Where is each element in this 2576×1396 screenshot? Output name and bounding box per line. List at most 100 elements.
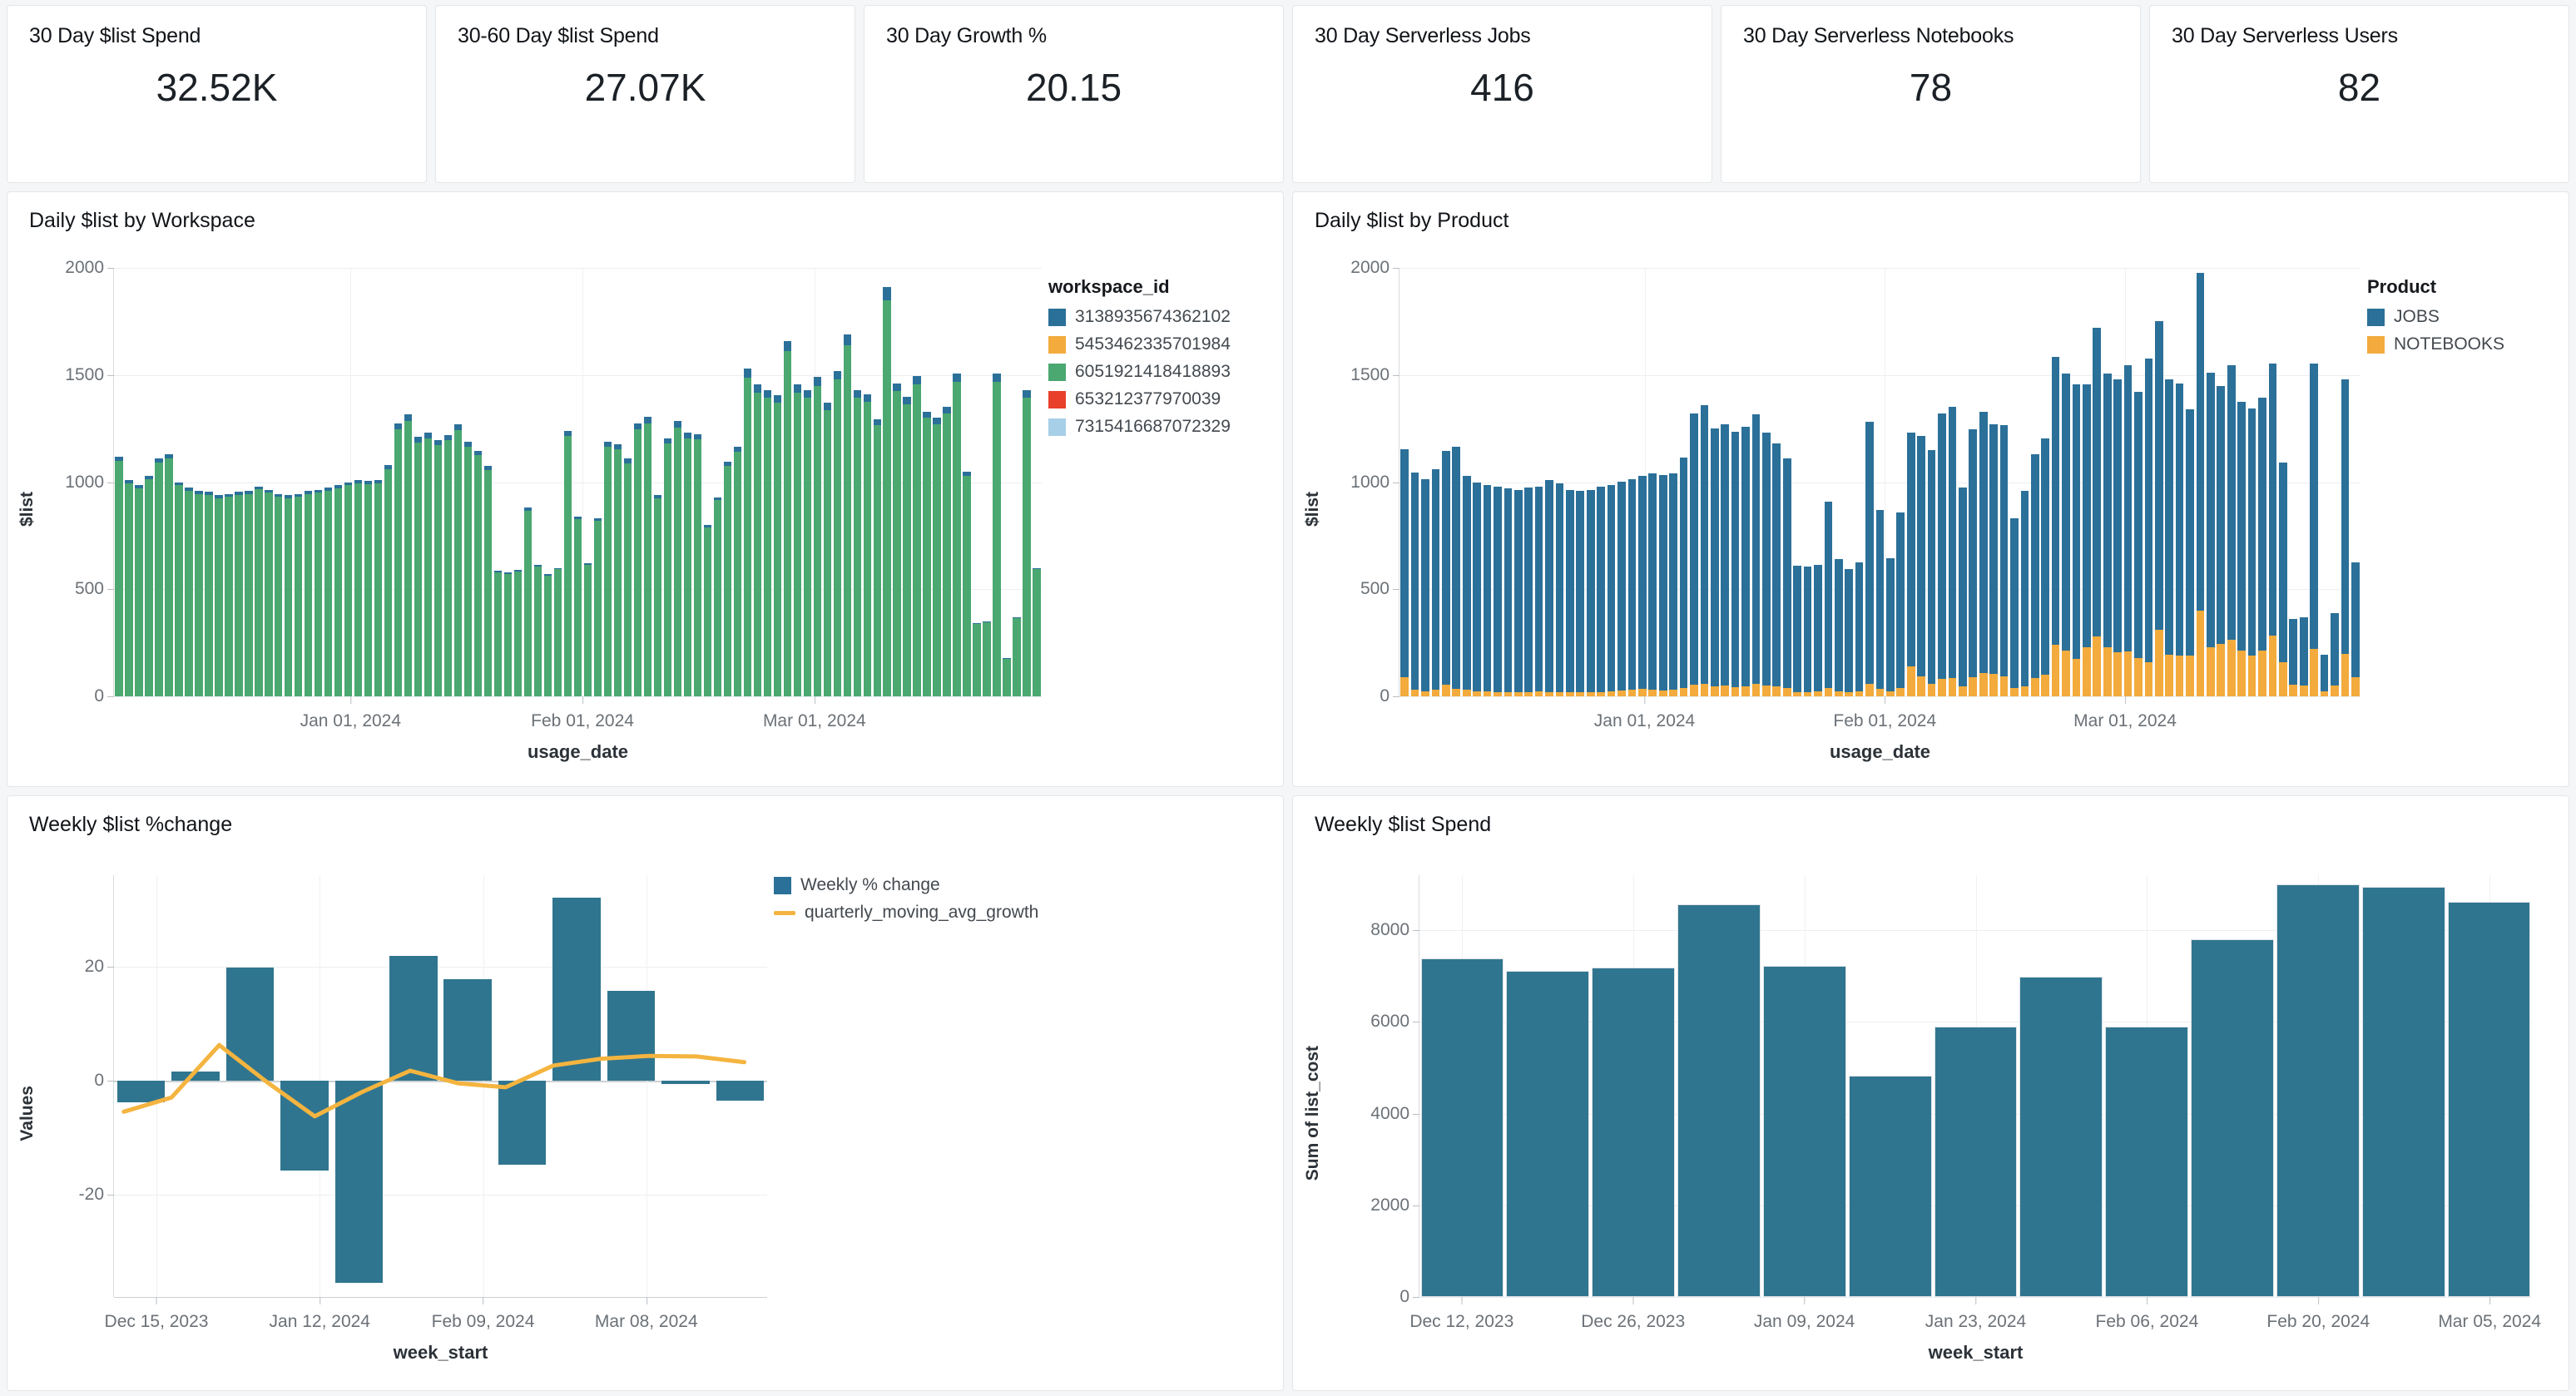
bar[interactable] (843, 334, 851, 696)
bar[interactable] (414, 437, 423, 696)
bar[interactable] (1013, 616, 1021, 696)
bar[interactable] (185, 487, 193, 696)
bar[interactable] (953, 374, 961, 696)
bar[interactable] (443, 978, 492, 1081)
bar[interactable] (783, 340, 791, 696)
bar[interactable] (1834, 559, 1843, 696)
bar[interactable] (933, 418, 941, 696)
bar[interactable] (2186, 408, 2194, 696)
bar[interactable] (265, 489, 273, 696)
bar[interactable] (2010, 518, 2019, 696)
bar[interactable] (2227, 365, 2236, 696)
bar[interactable] (853, 389, 861, 696)
bar[interactable] (2299, 616, 2308, 696)
bar[interactable] (2237, 401, 2246, 696)
bar[interactable] (175, 482, 183, 696)
bar[interactable] (533, 564, 542, 696)
bar[interactable] (1989, 423, 1998, 696)
bar[interactable] (195, 490, 203, 696)
bar[interactable] (2320, 654, 2329, 696)
bar[interactable] (1597, 486, 1605, 696)
bar[interactable] (424, 433, 433, 696)
bar[interactable] (1648, 473, 1657, 696)
bar[interactable] (2341, 379, 2350, 696)
bar[interactable] (813, 377, 821, 696)
bar[interactable] (2247, 408, 2256, 696)
bar[interactable] (498, 1080, 547, 1166)
bar[interactable] (2196, 273, 2205, 696)
bar[interactable] (443, 434, 453, 696)
bar[interactable] (563, 430, 572, 696)
kpi-card-30-day-list-spend[interactable]: 30 Day $list Spend 32.52K (7, 5, 427, 183)
bar[interactable] (1494, 486, 1502, 696)
bar[interactable] (1938, 413, 1946, 696)
bar[interactable] (1700, 404, 1709, 696)
bar[interactable] (1751, 414, 1761, 696)
bar[interactable] (2289, 619, 2298, 696)
bar[interactable] (2447, 901, 2531, 1297)
bar[interactable] (1948, 407, 1957, 696)
bar[interactable] (607, 991, 656, 1081)
bar[interactable] (1710, 428, 1719, 696)
bar[interactable] (1566, 489, 1574, 696)
bar[interactable] (463, 441, 473, 696)
bar[interactable] (1772, 443, 1781, 696)
bar[interactable] (833, 370, 841, 696)
bar[interactable] (2062, 374, 2070, 696)
chart-card-weekly-list-spend[interactable]: Weekly $list Spend Sum of list_cost 0 200… (1292, 795, 2569, 1391)
legend-item[interactable]: 3138935674362102 (1048, 307, 1231, 327)
bar[interactable] (1999, 425, 2009, 696)
legend-item[interactable]: 7315416687072329 (1048, 417, 1231, 437)
bar[interactable] (993, 374, 1001, 696)
bar[interactable] (2072, 384, 2081, 696)
bar[interactable] (2103, 374, 2112, 696)
bar[interactable] (1421, 478, 1429, 696)
bar[interactable] (235, 492, 243, 696)
bar[interactable] (1576, 490, 1585, 696)
bar[interactable] (1845, 568, 1854, 696)
bar[interactable] (1669, 473, 1677, 696)
bar[interactable] (613, 444, 622, 696)
bar[interactable] (1410, 472, 1419, 696)
bar[interactable] (553, 567, 562, 696)
bar[interactable] (653, 494, 662, 696)
bar[interactable] (315, 489, 323, 696)
bar[interactable] (1793, 565, 1801, 696)
chart-card-weekly-list-pct-change[interactable]: Weekly $list %change Values -20 0 20 Dec 15… (7, 795, 1284, 1391)
bar[interactable] (2105, 1026, 2189, 1297)
kpi-card-30-day-serverless-notebooks[interactable]: 30 Day Serverless Notebooks 78 (1721, 5, 2141, 183)
bar[interactable] (483, 466, 493, 696)
bar[interactable] (903, 396, 911, 696)
bar[interactable] (1782, 458, 1791, 696)
bar[interactable] (2279, 463, 2287, 696)
bar[interactable] (255, 486, 263, 696)
bar[interactable] (2175, 384, 2184, 696)
bar[interactable] (873, 418, 881, 696)
bar[interactable] (1848, 1076, 1932, 1297)
bar[interactable] (1875, 509, 1885, 696)
bar[interactable] (2144, 359, 2153, 696)
bar[interactable] (643, 416, 652, 696)
bar[interactable] (125, 479, 133, 696)
bar[interactable] (116, 1080, 166, 1102)
bar[interactable] (1627, 478, 1637, 696)
bar[interactable] (305, 490, 313, 696)
bar[interactable] (205, 492, 213, 696)
bar[interactable] (1927, 449, 1936, 696)
bar[interactable] (1762, 433, 1771, 696)
bar[interactable] (2276, 884, 2360, 1297)
bar[interactable] (155, 458, 163, 696)
bar[interactable] (1524, 487, 1533, 696)
bar[interactable] (473, 451, 483, 696)
bar[interactable] (1545, 479, 1553, 696)
bar[interactable] (389, 955, 438, 1081)
bar[interactable] (324, 487, 333, 696)
bar[interactable] (1886, 557, 1895, 696)
bar[interactable] (713, 497, 722, 696)
legend-item[interactable]: JOBS (2367, 307, 2504, 327)
bar[interactable] (2134, 392, 2143, 696)
legend-item[interactable]: NOTEBOOKS (2367, 334, 2504, 354)
bar[interactable] (1462, 475, 1471, 696)
bar[interactable] (693, 433, 702, 696)
bar[interactable] (1617, 481, 1626, 696)
